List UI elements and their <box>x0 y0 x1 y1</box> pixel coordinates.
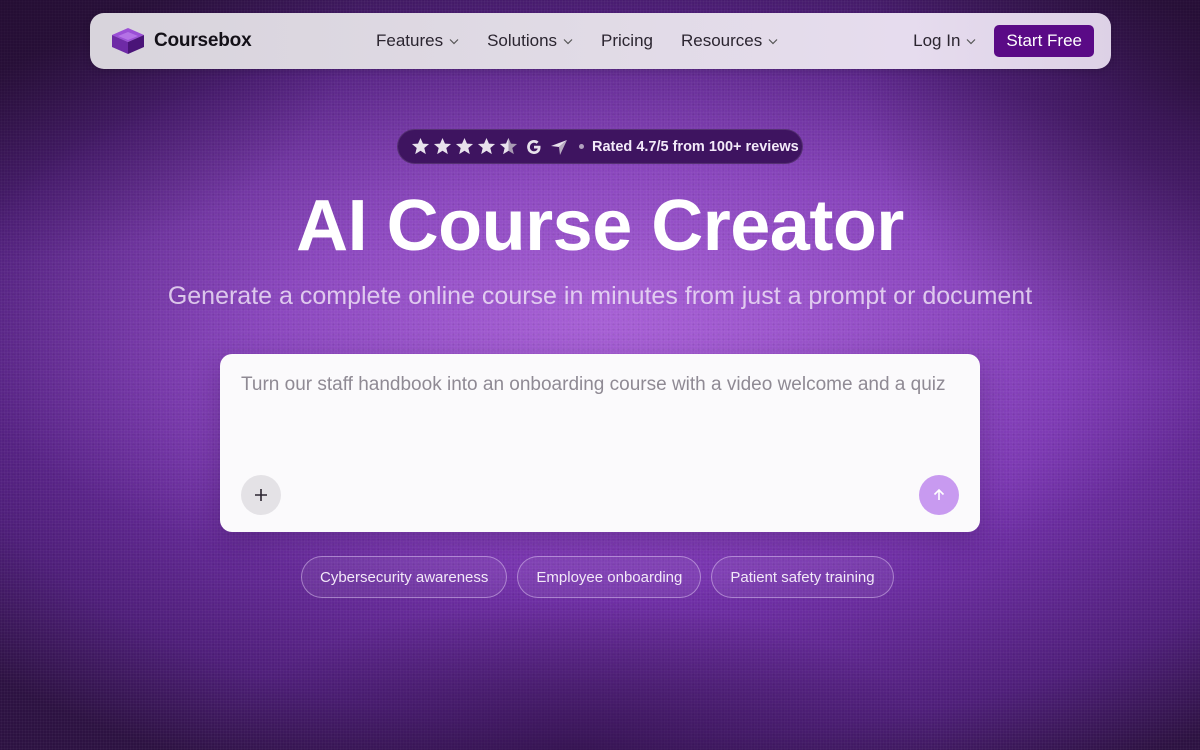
prompt-input[interactable] <box>241 374 961 434</box>
nav-item-label: Pricing <box>601 31 653 50</box>
coursebox-logo-icon <box>112 28 144 54</box>
plus-icon <box>255 489 267 501</box>
nav-item-label: Features <box>376 31 444 50</box>
chip-patient-safety-training[interactable]: Patient safety training <box>711 556 894 598</box>
login-label: Log In <box>913 31 961 50</box>
star-icon <box>411 137 430 155</box>
nav-item-pricing[interactable]: Pricing <box>601 30 653 52</box>
star-icon <box>433 137 452 155</box>
nav-item-resources[interactable]: Resources <box>681 30 778 52</box>
chip-employee-onboarding[interactable]: Employee onboarding <box>517 556 702 598</box>
hero-subtitle: Generate a complete online course in min… <box>167 282 1033 310</box>
nav-item-label: Resources <box>681 31 763 50</box>
chip-cybersecurity-awareness[interactable]: Cybersecurity awareness <box>301 556 508 598</box>
send-button[interactable] <box>919 475 959 515</box>
logo-text: Coursebox <box>154 30 252 51</box>
star-half-icon <box>499 137 518 155</box>
star-icon <box>477 137 496 155</box>
separator-dot <box>579 144 584 149</box>
start-free-button[interactable]: Start Free <box>994 25 1094 57</box>
star-rating <box>411 137 518 156</box>
attach-button[interactable] <box>241 475 281 515</box>
rating-badge: Rated 4.7/5 from 100+ reviews <box>397 129 803 164</box>
nav-item-label: Solutions <box>487 31 558 50</box>
nav-item-solutions[interactable]: Solutions <box>487 30 573 52</box>
chevron-down-icon <box>966 38 976 44</box>
nav-item-features[interactable]: Features <box>376 30 459 52</box>
login-button[interactable]: Log In <box>913 31 976 51</box>
google-icon <box>527 139 541 154</box>
nav-links: Features Solutions Pricing Resources <box>376 30 806 52</box>
top-navbar: Coursebox Features Solutions Pricing Res… <box>90 13 1111 69</box>
capterra-icon <box>551 139 567 155</box>
chevron-down-icon <box>563 38 573 44</box>
chevron-down-icon <box>768 38 778 44</box>
arrow-up-icon <box>933 488 945 500</box>
logo-link[interactable]: Coursebox <box>110 26 252 56</box>
chevron-down-icon <box>449 38 459 44</box>
rating-text: Rated 4.7/5 from 100+ reviews <box>592 138 799 155</box>
prompt-composer <box>220 354 980 532</box>
nav-actions: Log In Start Free <box>913 25 1094 57</box>
suggestion-chips: Cybersecurity awareness Employee onboard… <box>301 556 894 598</box>
star-icon <box>455 137 474 155</box>
hero-title: AI Course Creator <box>296 186 904 266</box>
